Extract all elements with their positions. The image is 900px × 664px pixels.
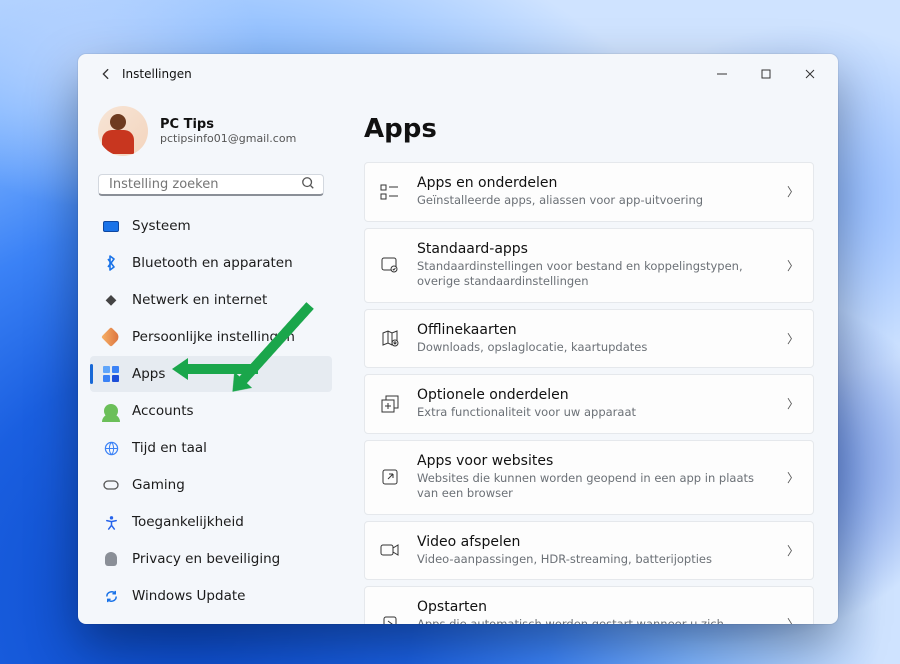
wifi-icon: ◆ xyxy=(102,292,120,308)
video-icon xyxy=(379,543,401,557)
card-title: Standaard-apps xyxy=(417,241,771,257)
sidebar-item-accounts[interactable]: Accounts xyxy=(90,393,332,429)
sidebar-item-label: Privacy en beveiliging xyxy=(132,551,280,567)
startup-icon xyxy=(379,615,401,624)
add-box-icon xyxy=(379,395,401,413)
main-panel: Apps Apps en onderdelen Geïnstalleerde a… xyxy=(336,94,838,624)
launch-icon xyxy=(379,468,401,486)
card-subtitle: Geïnstalleerde apps, aliassen voor app-u… xyxy=(417,193,771,209)
avatar xyxy=(98,106,148,156)
chevron-right-icon: 〉 xyxy=(787,330,799,347)
sidebar-item-privacy[interactable]: Privacy en beveiliging xyxy=(90,541,332,577)
titlebar: Instellingen xyxy=(78,54,838,94)
card-apps-for-websites[interactable]: Apps voor websites Websites die kunnen w… xyxy=(364,440,814,515)
card-title: Offlinekaarten xyxy=(417,322,771,338)
bluetooth-icon xyxy=(102,255,120,271)
card-title: Optionele onderdelen xyxy=(417,387,771,403)
sidebar-item-label: Gaming xyxy=(132,477,185,493)
sidebar-item-network[interactable]: ◆ Netwerk en internet xyxy=(90,282,332,318)
sidebar-item-label: Systeem xyxy=(132,218,191,234)
maximize-button[interactable] xyxy=(744,58,788,90)
brush-icon xyxy=(102,330,120,344)
back-button[interactable] xyxy=(92,67,120,81)
default-apps-icon xyxy=(379,256,401,274)
sidebar-item-system[interactable]: Systeem xyxy=(90,208,332,244)
profile-email: pctipsinfo01@gmail.com xyxy=(160,132,296,145)
chevron-right-icon: 〉 xyxy=(787,542,799,559)
chevron-right-icon: 〉 xyxy=(787,615,799,624)
page-heading: Apps xyxy=(364,114,814,144)
card-title: Apps voor websites xyxy=(417,453,771,469)
monitor-icon xyxy=(102,221,120,232)
card-title: Opstarten xyxy=(417,599,771,615)
sidebar-item-label: Apps xyxy=(132,366,165,382)
sync-icon xyxy=(102,589,120,604)
chevron-right-icon: 〉 xyxy=(787,469,799,486)
chevron-right-icon: 〉 xyxy=(787,183,799,200)
card-subtitle: Extra functionaliteit voor uw apparaat xyxy=(417,405,771,421)
globe-icon xyxy=(102,441,120,456)
sidebar-nav: Systeem Bluetooth en apparaten ◆ Netwerk… xyxy=(86,204,336,618)
sidebar-item-label: Tijd en taal xyxy=(132,440,207,456)
sidebar-item-label: Toegankelijkheid xyxy=(132,514,244,530)
settings-window: Instellingen PC Tips pctipsinfo01@gmail.… xyxy=(78,54,838,624)
apps-grid-icon xyxy=(102,366,120,382)
minimize-button[interactable] xyxy=(700,58,744,90)
sidebar-item-label: Windows Update xyxy=(132,588,245,604)
chevron-right-icon: 〉 xyxy=(787,257,799,274)
sidebar-item-personalization[interactable]: Persoonlijke instellingen xyxy=(90,319,332,355)
card-apps-and-features[interactable]: Apps en onderdelen Geïnstalleerde apps, … xyxy=(364,162,814,222)
sidebar: PC Tips pctipsinfo01@gmail.com Systeem xyxy=(78,94,336,624)
chevron-right-icon: 〉 xyxy=(787,395,799,412)
map-icon xyxy=(379,329,401,347)
accessibility-icon xyxy=(102,515,120,530)
search-input[interactable] xyxy=(109,177,301,192)
sidebar-item-apps[interactable]: Apps xyxy=(90,356,332,392)
sidebar-item-label: Accounts xyxy=(132,403,194,419)
sidebar-item-label: Bluetooth en apparaten xyxy=(132,255,293,271)
card-subtitle: Downloads, opslaglocatie, kaartupdates xyxy=(417,340,771,356)
card-subtitle: Apps die automatisch worden gestart wann… xyxy=(417,617,771,624)
card-default-apps[interactable]: Standaard-apps Standaardinstellingen voo… xyxy=(364,228,814,303)
card-offline-maps[interactable]: Offlinekaarten Downloads, opslaglocatie,… xyxy=(364,309,814,369)
shield-icon xyxy=(102,552,120,566)
profile-name: PC Tips xyxy=(160,117,296,132)
gamepad-icon xyxy=(102,479,120,491)
list-icon xyxy=(379,183,401,201)
card-title: Video afspelen xyxy=(417,534,771,550)
card-startup[interactable]: Opstarten Apps die automatisch worden ge… xyxy=(364,586,814,624)
sidebar-item-accessibility[interactable]: Toegankelijkheid xyxy=(90,504,332,540)
sidebar-item-label: Persoonlijke instellingen xyxy=(132,329,295,345)
card-subtitle: Video-aanpassingen, HDR-streaming, batte… xyxy=(417,552,771,568)
close-button[interactable] xyxy=(788,58,832,90)
sidebar-item-gaming[interactable]: Gaming xyxy=(90,467,332,503)
window-title: Instellingen xyxy=(122,67,192,81)
sidebar-item-time[interactable]: Tijd en taal xyxy=(90,430,332,466)
card-optional-features[interactable]: Optionele onderdelen Extra functionalite… xyxy=(364,374,814,434)
card-title: Apps en onderdelen xyxy=(417,175,771,191)
search-box[interactable] xyxy=(98,174,324,196)
sidebar-item-update[interactable]: Windows Update xyxy=(90,578,332,614)
sidebar-item-bluetooth[interactable]: Bluetooth en apparaten xyxy=(90,245,332,281)
sidebar-item-label: Netwerk en internet xyxy=(132,292,267,308)
card-video-playback[interactable]: Video afspelen Video-aanpassingen, HDR-s… xyxy=(364,521,814,581)
account-icon xyxy=(102,404,120,418)
card-subtitle: Standaardinstellingen voor bestand en ko… xyxy=(417,259,771,290)
search-icon xyxy=(301,175,315,194)
profile-block[interactable]: PC Tips pctipsinfo01@gmail.com xyxy=(86,102,336,168)
card-subtitle: Websites die kunnen worden geopend in ee… xyxy=(417,471,771,502)
settings-cards: Apps en onderdelen Geïnstalleerde apps, … xyxy=(364,162,814,624)
